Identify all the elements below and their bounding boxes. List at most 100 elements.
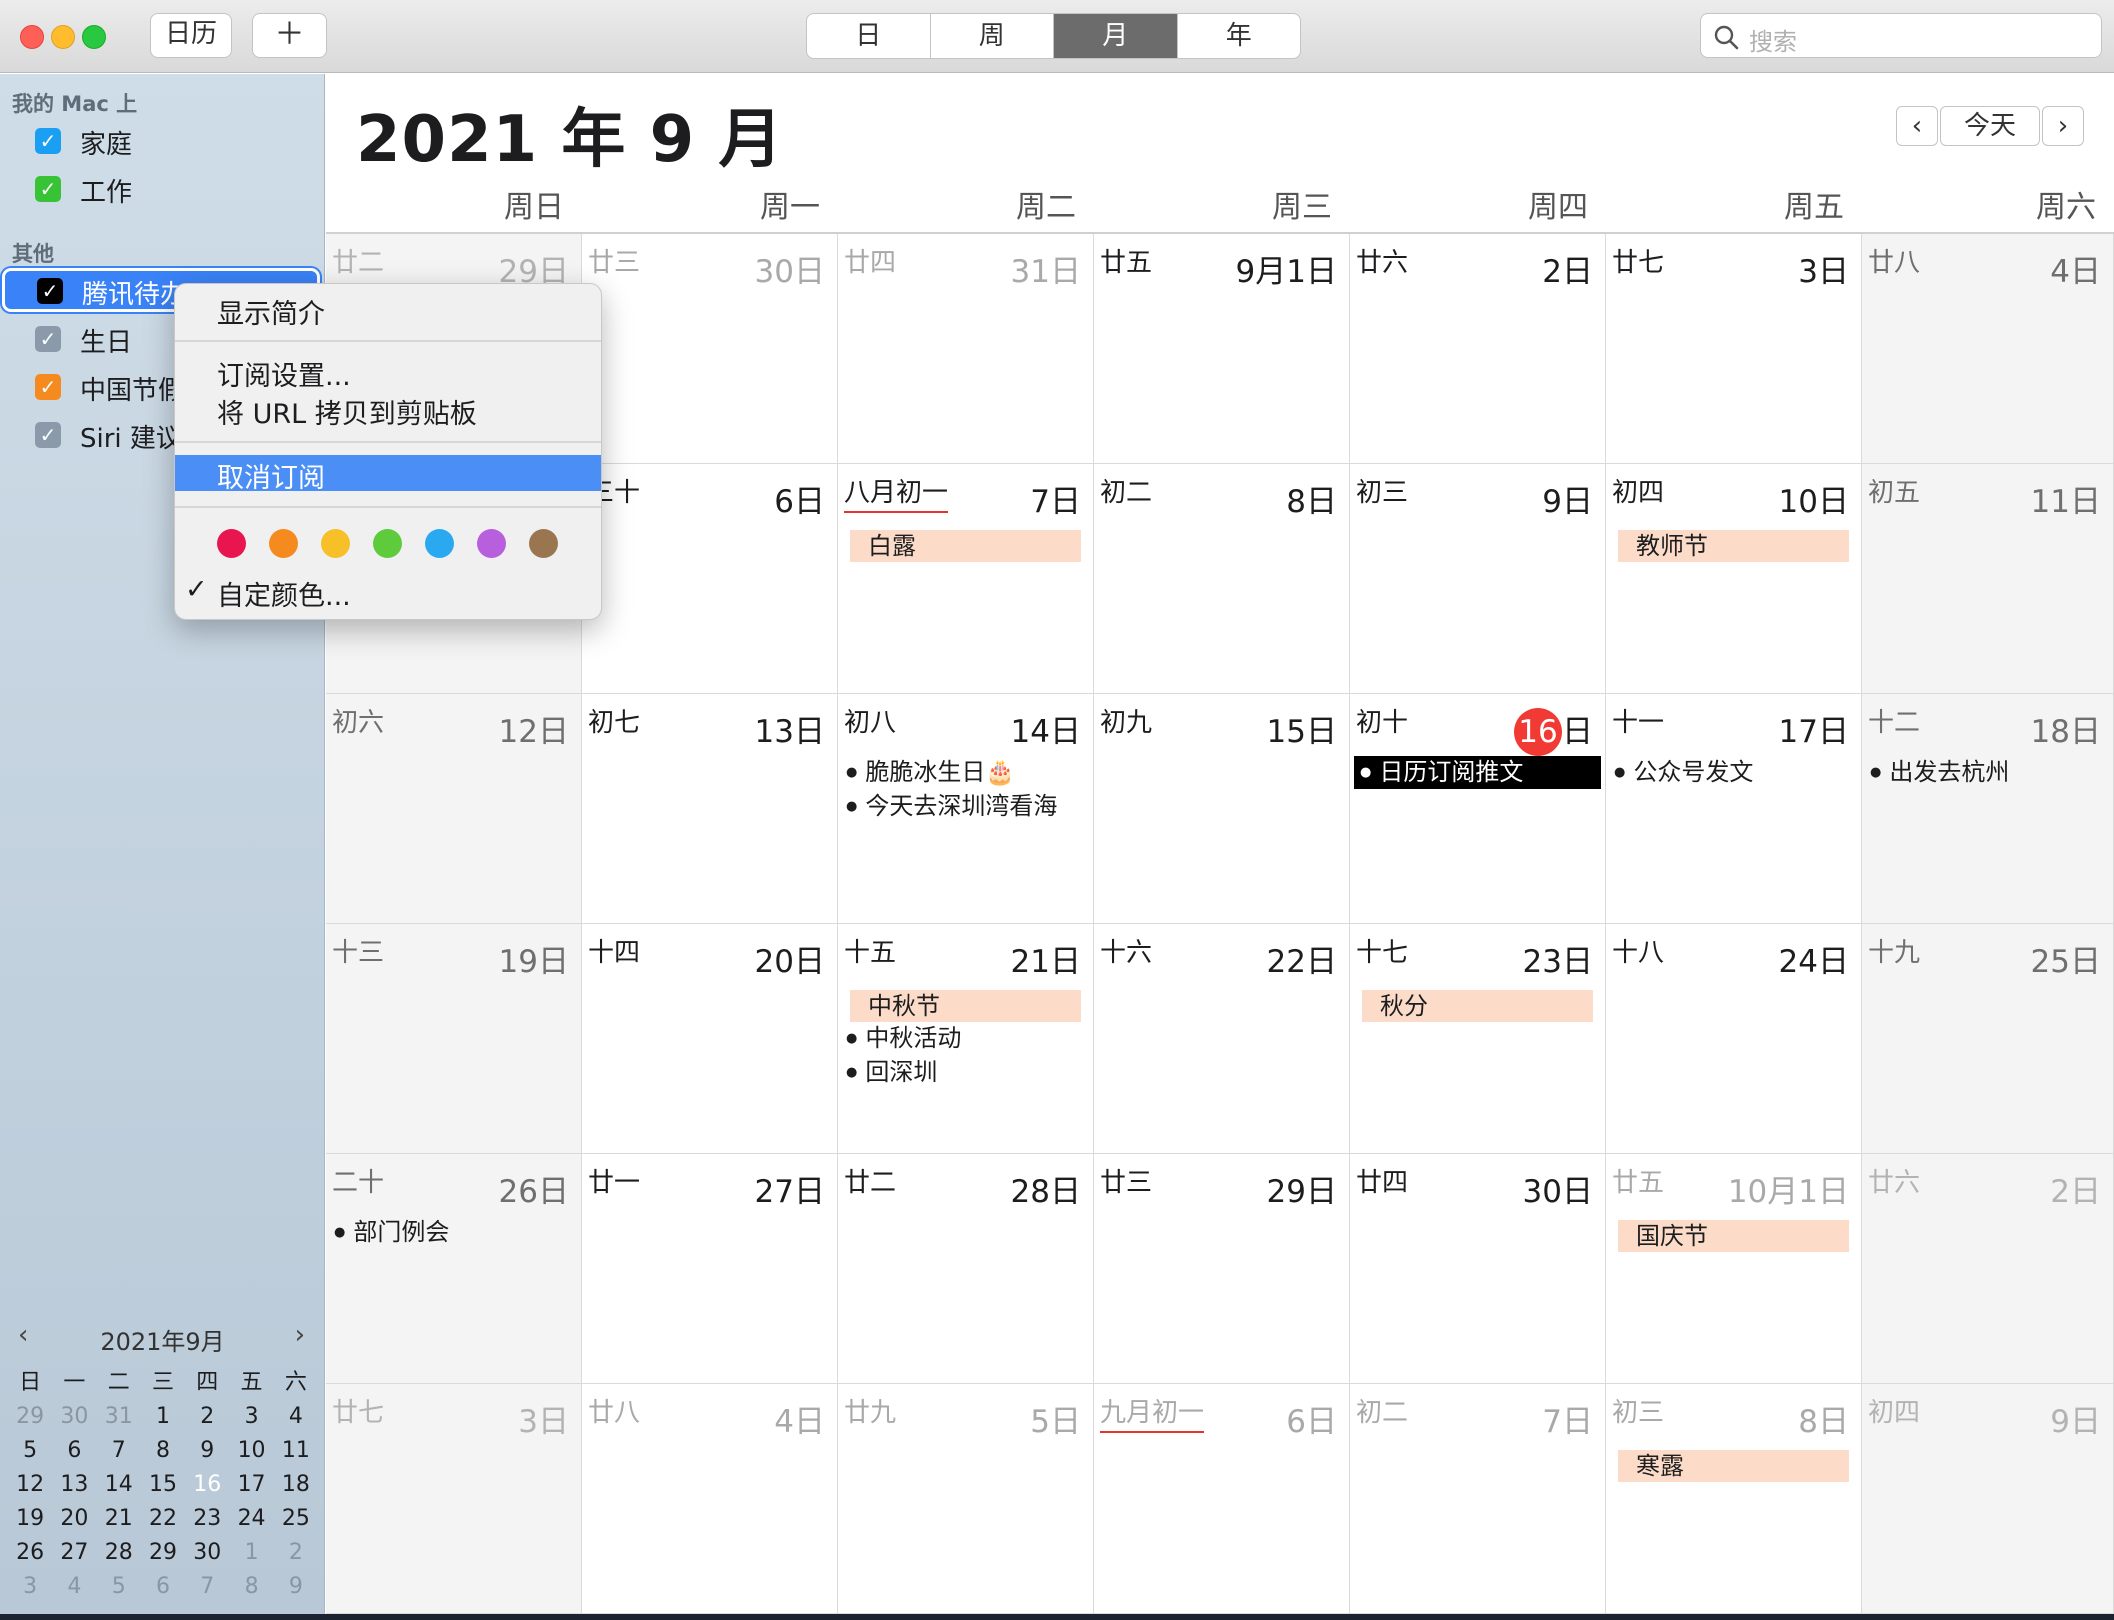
- mini-day[interactable]: 20: [52, 1502, 96, 1536]
- holiday-event[interactable]: 教师节: [1618, 530, 1849, 562]
- color-swatch-yellow[interactable]: [321, 529, 350, 558]
- day-cell[interactable]: 初七 13日: [582, 694, 838, 924]
- day-cell[interactable]: 十二 18日出发去杭州: [1862, 694, 2114, 924]
- prev-month-button[interactable]: ‹: [1896, 106, 1938, 146]
- mini-day[interactable]: 27: [52, 1536, 96, 1570]
- day-cell[interactable]: 廿六 2日: [1862, 1154, 2114, 1384]
- mini-day[interactable]: 1: [229, 1536, 273, 1570]
- menu-item-custom-color[interactable]: 自定颜色...: [217, 574, 351, 613]
- mini-day[interactable]: 25: [274, 1502, 318, 1536]
- mini-day[interactable]: 17: [229, 1468, 273, 1502]
- mini-day[interactable]: 28: [97, 1536, 141, 1570]
- menu-item-show-info[interactable]: 显示简介: [217, 292, 325, 331]
- day-cell[interactable]: 十三 19日: [326, 924, 582, 1154]
- mini-day[interactable]: 12: [8, 1468, 52, 1502]
- mini-next-icon[interactable]: ›: [295, 1320, 305, 1350]
- event-item[interactable]: 中秋活动: [846, 1022, 961, 1055]
- event-item[interactable]: 脆脆冰生日🎂: [846, 756, 1015, 789]
- day-cell[interactable]: 廿一 27日: [582, 1154, 838, 1384]
- event-item[interactable]: 部门例会: [334, 1216, 449, 1249]
- color-swatch-brown[interactable]: [529, 529, 558, 558]
- day-cell[interactable]: 初二 7日: [1350, 1384, 1606, 1614]
- mini-day[interactable]: 9: [274, 1570, 318, 1604]
- event-item[interactable]: 出发去杭州: [1870, 756, 2009, 789]
- view-year-button[interactable]: 年: [1176, 14, 1301, 58]
- mini-day[interactable]: 18: [274, 1468, 318, 1502]
- color-swatch-blue[interactable]: [425, 529, 454, 558]
- mini-day-today[interactable]: 16: [185, 1468, 229, 1502]
- mini-day[interactable]: 30: [52, 1400, 96, 1434]
- menu-item-copy-url[interactable]: 将 URL 拷贝到剪贴板: [217, 392, 477, 431]
- checkbox[interactable]: ✓: [35, 176, 61, 202]
- mini-day[interactable]: 6: [141, 1570, 185, 1604]
- mini-day[interactable]: 9: [185, 1434, 229, 1468]
- day-cell[interactable]: 初八 14日脆脆冰生日🎂今天去深圳湾看海: [838, 694, 1094, 924]
- event-item[interactable]: 公众号发文: [1614, 756, 1753, 789]
- mini-day[interactable]: 29: [141, 1536, 185, 1570]
- mini-day[interactable]: 29: [8, 1400, 52, 1434]
- mini-day[interactable]: 7: [185, 1570, 229, 1604]
- mini-day[interactable]: 24: [229, 1502, 273, 1536]
- holiday-event[interactable]: 国庆节: [1618, 1220, 1849, 1252]
- event-item[interactable]: 回深圳: [846, 1056, 937, 1089]
- mini-day[interactable]: 11: [274, 1434, 318, 1468]
- day-cell[interactable]: 十一 17日公众号发文: [1606, 694, 1862, 924]
- day-cell[interactable]: 八月初一 7日 白露: [838, 464, 1094, 694]
- mini-day[interactable]: 3: [8, 1570, 52, 1604]
- mini-day[interactable]: 3: [229, 1400, 273, 1434]
- menu-item-subscription-settings[interactable]: 订阅设置...: [217, 354, 351, 393]
- mini-day[interactable]: 10: [229, 1434, 273, 1468]
- day-cell[interactable]: 初四 9日: [1862, 1384, 2114, 1614]
- mini-day[interactable]: 5: [97, 1570, 141, 1604]
- day-cell[interactable]: 初三 9日: [1350, 464, 1606, 694]
- mini-day[interactable]: 2: [185, 1400, 229, 1434]
- day-cell[interactable]: 廿七 3日: [1606, 234, 1862, 464]
- view-week-button[interactable]: 周: [929, 14, 1054, 58]
- day-cell[interactable]: 初五 11日: [1862, 464, 2114, 694]
- day-cell[interactable]: 初六 12日: [326, 694, 582, 924]
- day-cell[interactable]: 廿八 4日: [1862, 234, 2114, 464]
- mini-day[interactable]: 6: [52, 1434, 96, 1468]
- checkbox[interactable]: ✓: [35, 374, 61, 400]
- day-cell[interactable]: 廿五 10月1日 国庆节: [1606, 1154, 1862, 1384]
- holiday-event[interactable]: 秋分: [1362, 990, 1593, 1022]
- calendars-button[interactable]: 日历: [150, 13, 232, 58]
- mini-day[interactable]: 8: [141, 1434, 185, 1468]
- view-day-button[interactable]: 日: [807, 14, 930, 58]
- checkbox[interactable]: ✓: [35, 128, 61, 154]
- day-cell[interactable]: 初四 10日 教师节: [1606, 464, 1862, 694]
- day-cell[interactable]: 十八 24日: [1606, 924, 1862, 1154]
- minimize-window-button[interactable]: [51, 25, 75, 49]
- calendar-item-work[interactable]: ✓ 工作: [0, 166, 325, 210]
- view-month-button[interactable]: 月: [1053, 14, 1177, 58]
- day-cell[interactable]: 十四 20日: [582, 924, 838, 1154]
- mini-day[interactable]: 23: [185, 1502, 229, 1536]
- holiday-event[interactable]: 中秋节: [850, 990, 1081, 1022]
- mini-day[interactable]: 4: [52, 1570, 96, 1604]
- day-cell[interactable]: 十七 23日 秋分: [1350, 924, 1606, 1154]
- mini-day[interactable]: 4: [274, 1400, 318, 1434]
- event-item[interactable]: 今天去深圳湾看海: [846, 790, 1057, 823]
- day-cell[interactable]: 廿三 29日: [1094, 1154, 1350, 1384]
- day-cell[interactable]: 十五 21日中秋节中秋活动回深圳: [838, 924, 1094, 1154]
- day-cell[interactable]: 廿二 28日: [838, 1154, 1094, 1384]
- mini-day[interactable]: 2: [274, 1536, 318, 1570]
- day-cell[interactable]: 廿七 3日: [326, 1384, 582, 1614]
- holiday-event[interactable]: 寒露: [1618, 1450, 1849, 1482]
- close-window-button[interactable]: [20, 25, 44, 49]
- day-cell[interactable]: 初十 16日日历订阅推文: [1350, 694, 1606, 924]
- mini-day[interactable]: 8: [229, 1570, 273, 1604]
- search-field[interactable]: 搜索: [1700, 13, 2102, 58]
- day-cell[interactable]: 十六 22日: [1094, 924, 1350, 1154]
- day-cell[interactable]: 二十 26日部门例会: [326, 1154, 582, 1384]
- mini-day[interactable]: 30: [185, 1536, 229, 1570]
- add-event-button[interactable]: ＋: [252, 13, 327, 58]
- day-cell[interactable]: 廿六 2日: [1350, 234, 1606, 464]
- day-cell[interactable]: 廿四 30日: [1350, 1154, 1606, 1384]
- calendar-item-family[interactable]: ✓ 家庭: [0, 118, 325, 162]
- day-cell[interactable]: 廿四 31日: [838, 234, 1094, 464]
- day-cell[interactable]: 廿八 4日: [582, 1384, 838, 1614]
- mini-day[interactable]: 7: [97, 1434, 141, 1468]
- checkbox[interactable]: ✓: [35, 326, 61, 352]
- color-swatch-red[interactable]: [217, 529, 246, 558]
